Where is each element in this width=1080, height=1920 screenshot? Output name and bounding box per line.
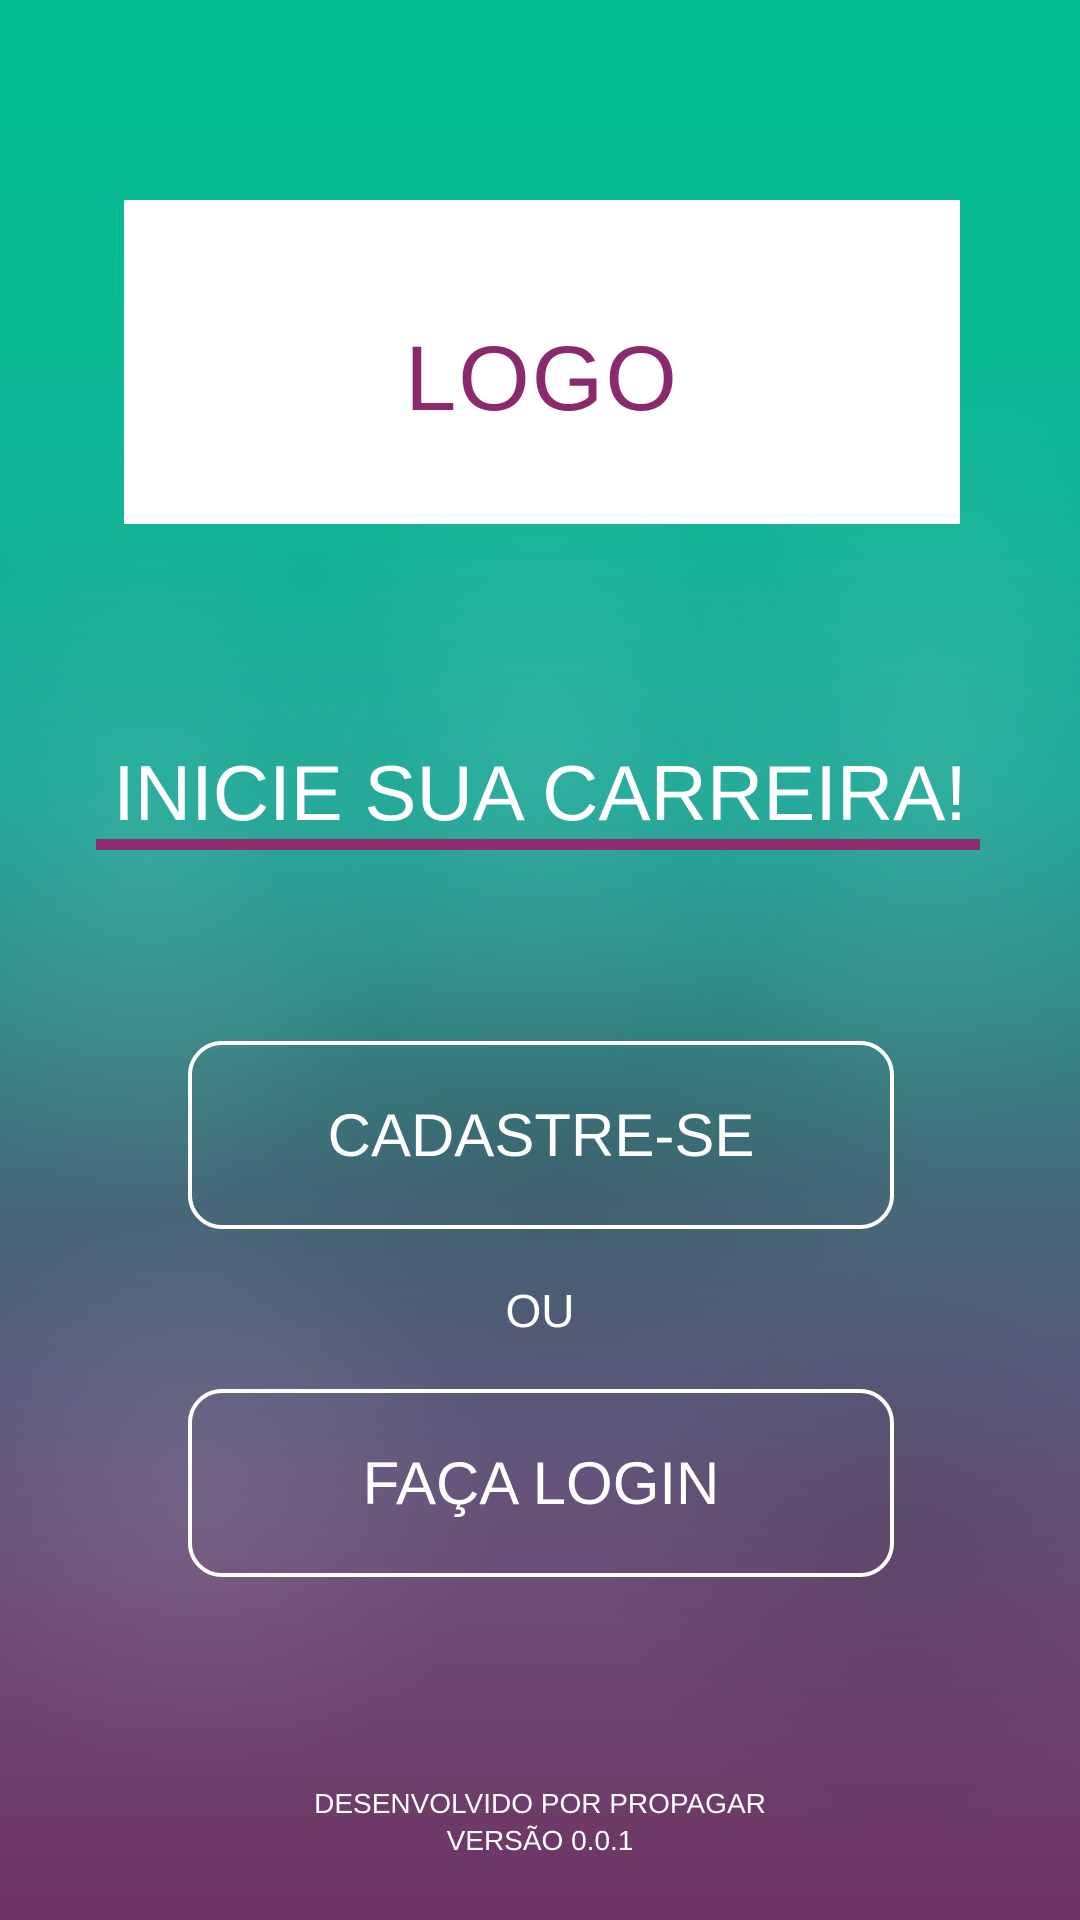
footer: DESENVOLVIDO POR PROPAGAR VERSÃO 0.0.1: [0, 1785, 1080, 1859]
developer-credit: DESENVOLVIDO POR PROPAGAR: [314, 1788, 766, 1819]
headline: INICIE SUA CARREIRA!: [113, 749, 967, 837]
headline-underline: [96, 839, 980, 850]
signup-button[interactable]: CADASTRE-SE: [188, 1041, 894, 1229]
logo-placeholder: LOGO: [124, 200, 960, 524]
or-separator: OU: [505, 1285, 575, 1337]
welcome-screen: LOGO INICIE SUA CARREIRA! CADASTRE-SE OU…: [0, 0, 1080, 1920]
login-button[interactable]: FAÇA LOGIN: [188, 1389, 894, 1577]
version-text: VERSÃO 0.0.1: [446, 1825, 634, 1856]
logo-text: LOGO: [405, 327, 679, 430]
